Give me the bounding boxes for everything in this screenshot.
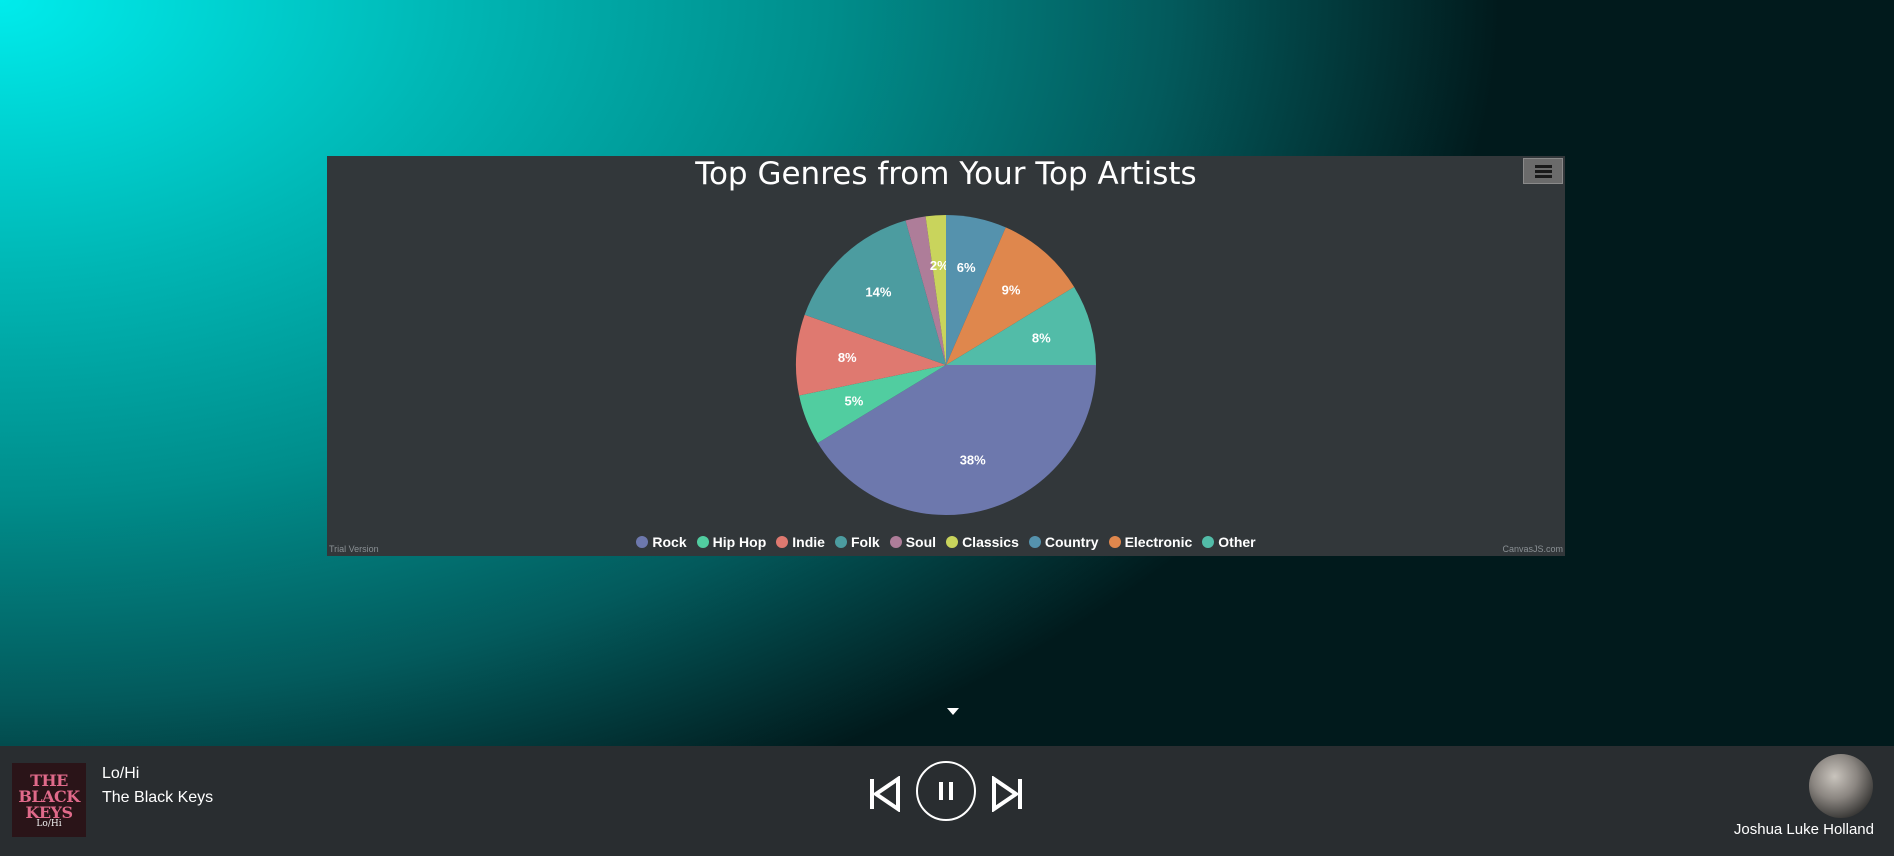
player-bar: THE BLACK KEYS Lo/Hi Lo/Hi The Black Key… [0, 746, 1894, 856]
legend-marker [1108, 536, 1121, 548]
legend-label: Country [1044, 534, 1099, 550]
legend-label: Other [1218, 534, 1256, 550]
legend-item-classics[interactable]: Classics [946, 534, 1019, 550]
legend-item-other[interactable]: Other [1202, 534, 1256, 550]
album-art: THE BLACK KEYS Lo/Hi [12, 763, 86, 837]
legend-marker [946, 536, 959, 548]
hamburger-icon [1535, 165, 1552, 168]
legend-marker [776, 536, 789, 548]
legend-item-soul[interactable]: Soul [889, 534, 937, 550]
previous-icon [870, 775, 900, 813]
legend-item-folk[interactable]: Folk [834, 534, 880, 550]
legend-label: Soul [905, 534, 937, 550]
track-artist: The Black Keys [102, 789, 214, 806]
legend-marker [696, 536, 709, 548]
chart-card: 38% 5% 8% 14% 2% 6% 9% 8% Top Genres from Your … [327, 156, 1565, 556]
pie-label-indie: 8% [838, 350, 857, 365]
pause-button[interactable] [916, 761, 976, 821]
trial-version-label: Trial Version [329, 544, 379, 554]
chart-legend: Rock Hip Hop Indie Folk Soul Classics Country E… [327, 534, 1565, 550]
album-art-subtitle: Lo/Hi [36, 819, 62, 829]
legend-marker [1202, 536, 1215, 548]
legend-label: Electronic [1124, 534, 1193, 550]
caret-down-icon[interactable] [947, 708, 959, 715]
legend-marker [636, 536, 649, 548]
legend-marker [1028, 536, 1041, 548]
legend-item-hip-hop[interactable]: Hip Hop [696, 534, 767, 550]
track-title: Lo/Hi [102, 765, 140, 782]
user-name[interactable]: Joshua Luke Holland [1734, 821, 1874, 838]
legend-label: Rock [652, 534, 687, 550]
hamburger-icon-bar [1535, 175, 1552, 178]
legend-item-indie[interactable]: Indie [776, 534, 825, 550]
user-avatar[interactable] [1809, 754, 1873, 818]
previous-button[interactable] [868, 775, 900, 813]
hamburger-icon-bar [1535, 170, 1552, 173]
album-art-title: THE BLACK KEYS [18, 771, 80, 822]
pie-label-hip-hop: 5% [845, 393, 864, 408]
pie-label-folk: 14% [865, 285, 891, 300]
chart-title: Top Genres from Your Top Artists [695, 156, 1197, 192]
pie-label-electronic: 9% [1002, 282, 1021, 297]
pie-label-rock: 38% [960, 452, 986, 467]
next-button[interactable] [992, 775, 1024, 813]
canvasjs-credit-link[interactable]: CanvasJS.com [1502, 544, 1563, 554]
legend-label: Classics [962, 534, 1019, 550]
legend-label: Folk [850, 534, 880, 550]
legend-marker [834, 536, 847, 548]
next-icon [992, 775, 1022, 813]
pause-icon [939, 782, 953, 800]
legend-label: Indie [792, 534, 825, 550]
pie-label-other: 8% [1032, 330, 1051, 345]
legend-item-country[interactable]: Country [1028, 534, 1099, 550]
legend-item-rock[interactable]: Rock [636, 534, 687, 550]
pie-chart: 38%5%8%14%2% 6%9%8% [796, 215, 1096, 516]
chart-menu-button[interactable] [1523, 158, 1563, 184]
legend-item-electronic[interactable]: Electronic [1108, 534, 1193, 550]
pie-label-country: 6% [957, 260, 976, 275]
legend-marker [889, 536, 902, 548]
legend-label: Hip Hop [712, 534, 767, 550]
